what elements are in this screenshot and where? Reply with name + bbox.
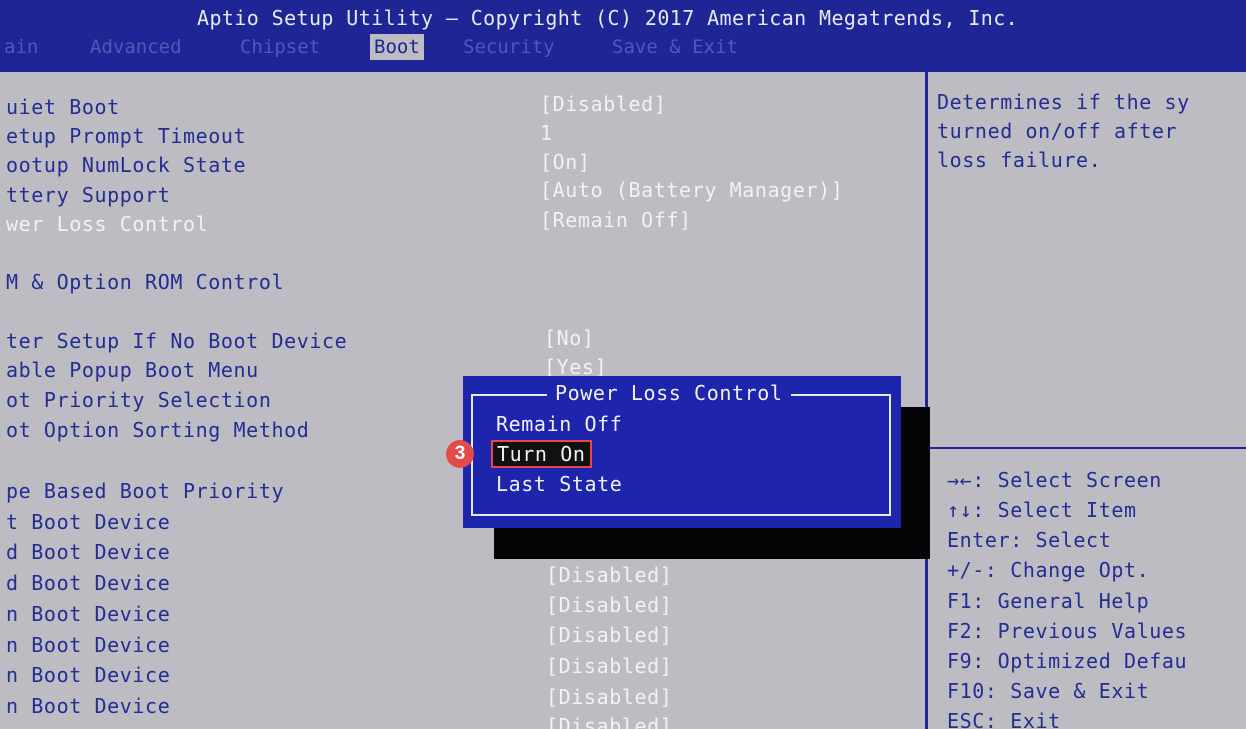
setting-boot-priority-selection-label[interactable]: ot Priority Selection [6, 388, 271, 412]
tab-main[interactable]: ain [4, 34, 38, 60]
setting-boot-device-3-value[interactable]: [Disabled] [546, 563, 672, 587]
key-change-opt: +/-: Change Opt. [947, 558, 1150, 582]
key-optimized-defaults: F9: Optimized Defau [947, 649, 1188, 673]
setting-boot-device-8-value[interactable]: [Disabled] [546, 714, 672, 729]
key-general-help: F1: General Help [947, 589, 1150, 613]
setting-boot-device-7-label[interactable]: n Boot Device [6, 694, 170, 718]
step-number-badge: 3 [446, 440, 474, 468]
key-enter-select: Enter: Select [947, 528, 1112, 552]
popup-option-turn-on[interactable]: Turn On [491, 440, 592, 468]
header-bar: Aptio Setup Utility – Copyright (C) 2017… [0, 0, 1246, 70]
setting-battery-support-value[interactable]: [Auto (Battery Manager)] [540, 178, 843, 202]
tab-security[interactable]: Security [463, 34, 555, 60]
power-loss-control-popup: Power Loss Control Remain Off Turn On La… [463, 376, 901, 528]
help-key-divider [928, 447, 1246, 449]
setting-numlock-state-label[interactable]: ootup NumLock State [6, 153, 246, 177]
setting-boot-device-5-value[interactable]: [Disabled] [546, 623, 672, 647]
tab-boot[interactable]: Boot [370, 34, 424, 60]
popup-option-remain-off[interactable]: Remain Off [496, 412, 622, 436]
setting-power-loss-control-value[interactable]: [Remain Off] [540, 208, 692, 232]
setting-power-loss-control-label[interactable]: wer Loss Control [6, 212, 208, 236]
setting-boot-device-6-label[interactable]: n Boot Device [6, 663, 170, 687]
key-select-item: ↑↓: Select Item [947, 498, 1137, 522]
tab-advanced[interactable]: Advanced [90, 34, 182, 60]
setting-battery-support-label[interactable]: ttery Support [6, 183, 170, 207]
help-line-3: loss failure. [937, 148, 1102, 172]
tab-chipset[interactable]: Chipset [240, 34, 320, 60]
setting-quiet-boot-value[interactable]: [Disabled] [540, 92, 666, 116]
setting-boot-device-2-label[interactable]: d Boot Device [6, 540, 170, 564]
setting-type-based-boot-priority-label[interactable]: pe Based Boot Priority [6, 479, 284, 503]
setting-boot-device-6-value[interactable]: [Disabled] [546, 654, 672, 678]
setting-no-boot-device-label[interactable]: ter Setup If No Boot Device [6, 329, 347, 353]
setting-no-boot-device-value[interactable]: [No] [544, 326, 595, 350]
popup-option-last-state[interactable]: Last State [496, 472, 622, 496]
setting-boot-option-sorting-label[interactable]: ot Option Sorting Method [6, 418, 309, 442]
help-line-2: turned on/off after [937, 119, 1178, 143]
key-select-screen: →←: Select Screen [947, 468, 1162, 492]
setting-csm-option-rom-label[interactable]: M & Option ROM Control [6, 270, 284, 294]
popup-title: Power Loss Control [547, 381, 791, 405]
tab-save-exit[interactable]: Save & Exit [612, 34, 738, 60]
setting-boot-device-1-label[interactable]: t Boot Device [6, 510, 170, 534]
setting-setup-prompt-timeout-label[interactable]: etup Prompt Timeout [6, 124, 246, 148]
key-save-exit: F10: Save & Exit [947, 679, 1150, 703]
window-title: Aptio Setup Utility – Copyright (C) 2017… [197, 6, 1019, 30]
help-line-1: Determines if the sy [937, 90, 1190, 114]
setting-boot-device-7-value[interactable]: [Disabled] [546, 685, 672, 709]
bios-screen: Aptio Setup Utility – Copyright (C) 2017… [0, 0, 1246, 729]
setting-numlock-state-value[interactable]: [On] [540, 150, 591, 174]
setting-boot-device-4-value[interactable]: [Disabled] [546, 593, 672, 617]
setting-popup-boot-menu-label[interactable]: able Popup Boot Menu [6, 358, 259, 382]
header-divider [0, 70, 1246, 72]
key-esc-exit: ESC: Exit [947, 709, 1061, 729]
key-previous-values: F2: Previous Values [947, 619, 1188, 643]
setting-boot-device-5-label[interactable]: n Boot Device [6, 633, 170, 657]
help-panel-divider [925, 70, 928, 729]
setting-boot-device-3-label[interactable]: d Boot Device [6, 571, 170, 595]
setting-setup-prompt-timeout-value[interactable]: 1 [540, 121, 553, 145]
setting-boot-device-4-label[interactable]: n Boot Device [6, 602, 170, 626]
setting-quiet-boot-label[interactable]: uiet Boot [6, 95, 120, 119]
